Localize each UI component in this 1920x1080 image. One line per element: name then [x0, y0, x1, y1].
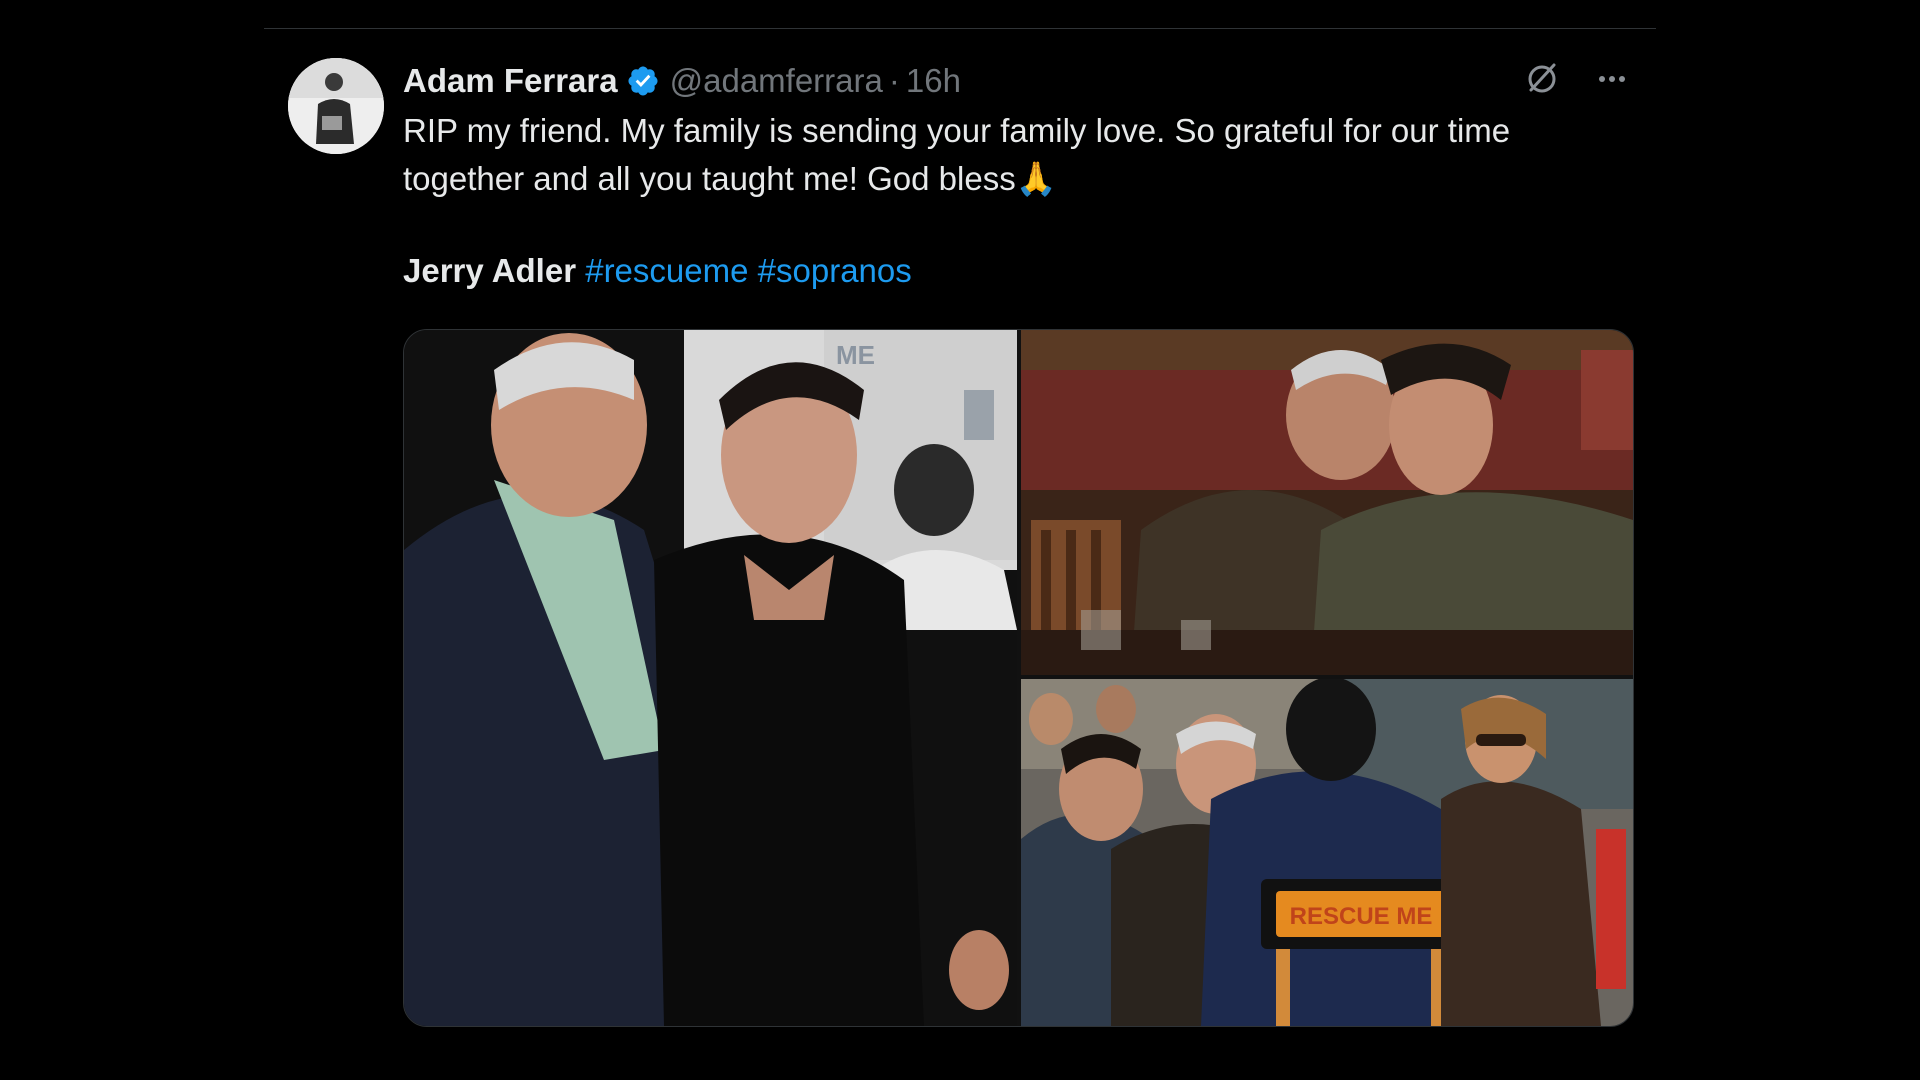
- tagged-name: Jerry Adler: [403, 252, 577, 289]
- chair-text: RESCUE ME: [1290, 903, 1433, 930]
- more-options-icon[interactable]: [1592, 59, 1632, 99]
- hashtag-rescueme[interactable]: #rescueme: [585, 252, 748, 289]
- media-photo-premiere[interactable]: ME: [404, 330, 1017, 1026]
- author-handle[interactable]: @adamferrara: [670, 59, 883, 103]
- hashtag-sopranos[interactable]: #sopranos: [758, 252, 912, 289]
- avatar-image: [288, 58, 384, 154]
- verified-badge-icon[interactable]: [626, 64, 660, 98]
- tweet[interactable]: Adam Ferrara @adamferrara · 16h RIP my f…: [264, 29, 1656, 1039]
- media-photo-restaurant[interactable]: [1021, 330, 1633, 675]
- header-separator: ·: [888, 62, 900, 99]
- tweet-actions: [1522, 59, 1632, 99]
- tweet-timestamp[interactable]: 16h: [906, 59, 961, 103]
- avatar[interactable]: [288, 58, 384, 154]
- author-name[interactable]: Adam Ferrara: [403, 59, 618, 103]
- tweet-tag-line: Jerry Adler #rescueme #sopranos: [403, 249, 1633, 293]
- backdrop-text: ME: [836, 340, 875, 370]
- tweet-media-grid[interactable]: ME RESCUE ME: [403, 329, 1634, 1027]
- media-photo-film-set[interactable]: RESCUE ME: [1021, 679, 1633, 1026]
- grok-icon[interactable]: [1522, 59, 1562, 99]
- tweet-text: RIP my friend. My family is sending your…: [403, 112, 1520, 197]
- tweet-content: Adam Ferrara @adamferrara · 16h RIP my f…: [403, 59, 1633, 293]
- tweet-header: Adam Ferrara @adamferrara · 16h: [403, 59, 1633, 103]
